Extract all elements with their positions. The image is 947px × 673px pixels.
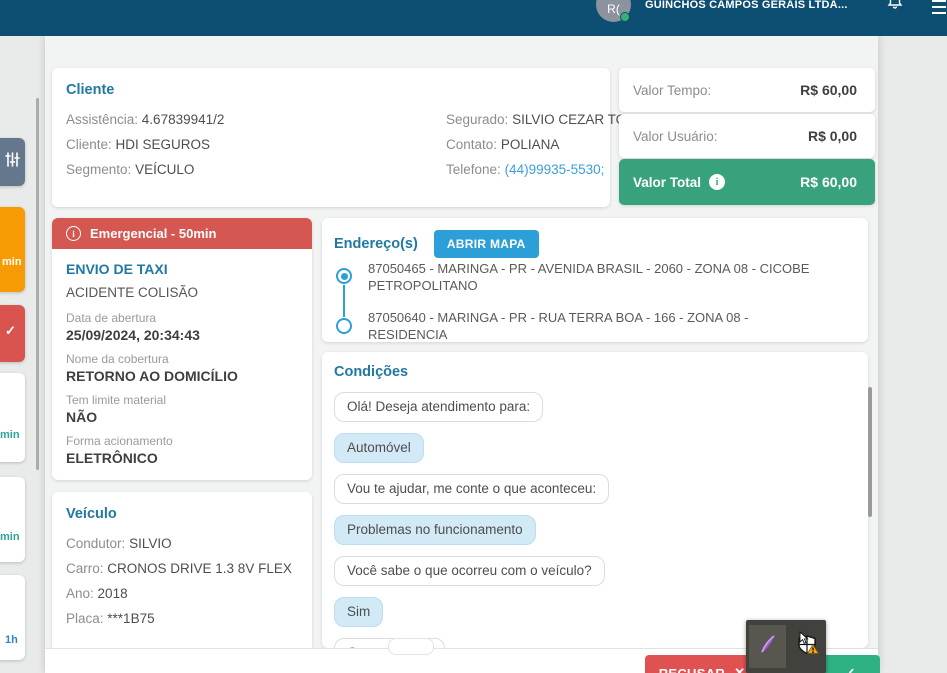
online-status-dot [620,12,630,22]
company-name[interactable]: GUINCHOS CAMPOS GERAIS LTDA... [645,0,848,11]
vehicle-card-title: Veículo [66,506,117,522]
close-icon: ✕ [734,665,746,673]
security-cursor-button[interactable] [787,625,824,668]
chat-bubble-question: Você sabe o que ocorreu com o veículo? [334,556,605,586]
feather-icon [755,631,781,662]
field-label: Data de abertura [66,311,157,325]
time-badge: min [0,531,20,543]
field-label: Nome da cobertura [66,352,169,366]
client-card-title: Cliente [66,82,115,98]
service-card-fragment-2[interactable]: min [0,477,25,562]
occurrence-type: ACIDENTE COLISÃO [66,285,199,300]
menu-icon[interactable] [932,0,946,18]
service-type: ENVIO DE TAXI [66,261,168,277]
client-field: Contato: POLIANA [446,137,560,152]
content-scrollbar[interactable] [868,387,872,517]
sliders-icon [4,151,21,173]
vehicle-field: Ano: 2018 [66,586,128,601]
check-icon: ✓ [843,664,857,673]
client-field: Cliente: HDI SEGUROS [66,137,211,152]
chat-bubble-question: Vou te ajudar, me conte o que aconteceu: [334,474,610,504]
service-card-fragment-1[interactable]: min [0,373,25,462]
chat-transcript: Olá! Deseja atendimento para: Automóvel … [334,392,856,648]
field-label: Tem limite material [66,393,167,407]
chat-bubble-answer: Sim [334,597,384,627]
chat-bubble-answer: Automóvel [334,433,424,463]
client-field-phone: Telefone: (44)99935-5530; [446,162,605,177]
service-card-fragment-3[interactable]: 1h [0,575,25,660]
route-line [343,285,345,317]
client-field: Segmento: VEÍCULO [66,162,195,177]
service-card-fragment-orange[interactable]: min [0,207,25,292]
address-card: Endereço(s) ABRIR MAPA 87050465 - MARING… [322,218,868,342]
origin-dot-icon [336,268,352,284]
vehicle-card: Veículo Condutor: SILVIO Carro: CRONOS D… [52,492,312,652]
time-badge: min [0,429,20,441]
chat-bubble-question: Olá! Deseja atendimento para: [334,392,544,422]
time-badge: min [2,256,22,268]
conditions-card: Condições Olá! Deseja atendimento para: … [322,352,868,648]
shield-warning-cursor-icon [792,630,820,663]
address-card-title: Endereço(s) [334,236,418,252]
left-scrollbar[interactable] [36,98,39,470]
vehicle-field: Carro: CRONOS DRIVE 1.3 8V FLEX [66,561,292,576]
client-card: Cliente Assistência: 4.67839941/2 Client… [52,68,664,207]
screen: R( GUINCHOS CAMPOS GERAIS LTDA... min ✓ … [0,0,947,673]
value-row-usuario: Valor Usuário: R$ 0,00 [619,114,875,158]
chat-bubble-answer: Problemas no funcionamento [334,515,536,545]
destination-address: 87050640 - MARINGA - PR - RUA TERRA BOA … [368,310,749,342]
info-icon[interactable]: i [709,174,726,190]
client-field: Assistência: 4.67839941/2 [66,112,225,127]
accept-button[interactable]: ✓ [820,655,880,673]
check-icon: ✓ [5,323,16,338]
field-value: ELETRÔNICO [66,450,158,466]
topbar: R( GUINCHOS CAMPOS GERAIS LTDA... [0,0,947,36]
footer-pill [388,638,434,655]
reject-button[interactable]: RECUSAR ✕ [645,655,759,673]
urgency-banner: i Emergencial - 50min [52,218,312,249]
field-value: 25/09/2024, 20:34:43 [66,327,200,343]
filter-button[interactable] [0,138,25,186]
pen-tool-button[interactable] [749,625,786,668]
value-row-tempo: Valor Tempo: R$ 60,00 [619,68,875,112]
origin-address: 87050465 - MARINGA - PR - AVENIDA BRASIL… [368,261,810,293]
conditions-card-title: Condições [334,364,409,380]
route-timeline [336,268,354,334]
vehicle-field: Condutor: SILVIO [66,536,172,551]
open-map-button[interactable]: ABRIR MAPA [433,230,539,258]
annotation-toolbar [746,620,826,673]
destination-dot-icon [336,318,352,334]
bell-icon[interactable] [886,0,904,15]
time-badge: 1h [5,634,18,646]
phone-link[interactable]: (44)99935-5530; [505,162,605,177]
client-field: Segurado: SILVIO CEZAR TORELLI [446,112,664,127]
field-value: RETORNO AO DOMICÍLIO [66,368,238,384]
field-value: NÃO [66,409,98,425]
service-card-fragment-red[interactable]: ✓ [0,305,25,362]
field-label: Forma acionamento [66,434,173,448]
service-card: i Emergencial - 50min ENVIO DE TAXI ACID… [52,218,312,480]
info-icon: i [66,226,81,241]
value-row-total: Valor Total i R$ 60,00 [619,159,875,205]
vehicle-field: Placa: ***1B75 [66,611,155,626]
